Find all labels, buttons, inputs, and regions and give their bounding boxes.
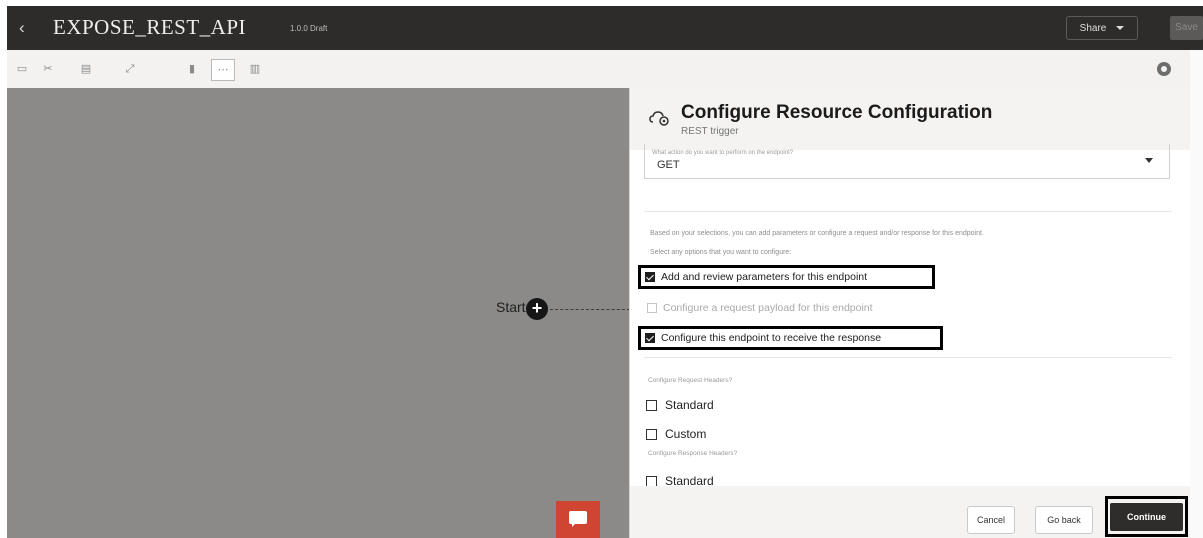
- expand-icon[interactable]: ⤢: [123, 62, 137, 76]
- continue-highlight: Continue: [1105, 496, 1188, 537]
- checkbox-disabled: [647, 303, 657, 313]
- option-add-parameters[interactable]: Add and review parameters for this endpo…: [638, 265, 935, 289]
- option-request-payload: Configure a request payload for this end…: [647, 298, 873, 318]
- checkbox-checked[interactable]: [645, 333, 655, 343]
- copy-icon[interactable]: ✂: [41, 62, 55, 76]
- panel-layout-icon[interactable]: ▥: [248, 62, 262, 76]
- http-method-hint: What action do you want to perform on th…: [652, 150, 794, 156]
- panel-title: Configure Resource Configuration: [681, 102, 993, 123]
- paste-icon[interactable]: ▤: [79, 62, 93, 76]
- window-edge: [1190, 50, 1203, 538]
- checkbox[interactable]: [646, 475, 657, 487]
- request-header-standard[interactable]: Standard: [646, 398, 714, 412]
- panel-footer: Cancel Go back Continue: [630, 486, 1190, 538]
- option-label: Configure a request payload for this end…: [663, 302, 873, 314]
- options-instruction: Select any options that you want to conf…: [650, 249, 792, 256]
- panel-subtitle: REST trigger: [681, 126, 739, 137]
- options-help-text: Based on your selections, you can add pa…: [650, 230, 984, 237]
- divider: [644, 357, 1172, 358]
- share-label: Share: [1079, 23, 1107, 34]
- chevron-down-icon[interactable]: [1145, 158, 1153, 163]
- app-header: ‹ EXPOSE_REST_API 1.0.0 Draft Share Save: [7, 6, 1203, 50]
- share-button[interactable]: Share: [1066, 16, 1138, 40]
- cut-icon[interactable]: ▭: [15, 62, 29, 76]
- http-method-value: GET: [657, 159, 680, 171]
- horizontal-layout-icon[interactable]: ⋯: [211, 59, 235, 81]
- back-chevron-icon[interactable]: ‹: [19, 18, 25, 38]
- checkbox-checked[interactable]: [645, 272, 655, 282]
- go-back-button[interactable]: Go back: [1035, 506, 1093, 534]
- option-label: Configure this endpoint to receive the r…: [661, 332, 882, 344]
- option-label: Add and review parameters for this endpo…: [661, 271, 868, 283]
- vertical-layout-icon[interactable]: ▮: [185, 62, 199, 76]
- checkbox[interactable]: [646, 399, 657, 411]
- rest-trigger-icon: [649, 108, 671, 128]
- configure-resource-panel: Configure Resource Configuration REST tr…: [629, 88, 1190, 538]
- connector-line: [550, 309, 630, 310]
- canvas-toolbar: ▭ ✂ ▤ ⤢ ▮ ⋯ ▥: [7, 50, 1190, 88]
- start-label: Start: [496, 299, 526, 315]
- response-headers-label: Configure Response Headers?: [648, 450, 738, 457]
- chat-bubble-icon: [569, 511, 587, 527]
- request-headers-label: Configure Request Headers?: [648, 377, 733, 384]
- continue-button[interactable]: Continue: [1110, 503, 1183, 531]
- cloud-gear-icon: [649, 111, 669, 126]
- panel-header: Configure Resource Configuration REST tr…: [630, 88, 1190, 150]
- integration-canvas[interactable]: Start +: [7, 88, 630, 538]
- option-label: Standard: [665, 398, 714, 412]
- request-header-custom[interactable]: Custom: [646, 427, 706, 441]
- checkbox[interactable]: [646, 428, 657, 440]
- option-receive-response[interactable]: Configure this endpoint to receive the r…: [638, 326, 943, 350]
- divider: [644, 211, 1172, 212]
- option-label: Custom: [665, 427, 707, 441]
- save-button[interactable]: Save: [1170, 16, 1203, 40]
- settings-icon[interactable]: [1157, 62, 1171, 76]
- integration-title: EXPOSE_REST_API: [53, 15, 247, 39]
- chat-button[interactable]: [556, 501, 600, 538]
- add-node-plus-icon[interactable]: +: [526, 298, 548, 320]
- cancel-button[interactable]: Cancel: [967, 506, 1015, 534]
- chevron-down-icon: [1116, 26, 1125, 31]
- integration-status: 1.0.0 Draft: [290, 24, 328, 33]
